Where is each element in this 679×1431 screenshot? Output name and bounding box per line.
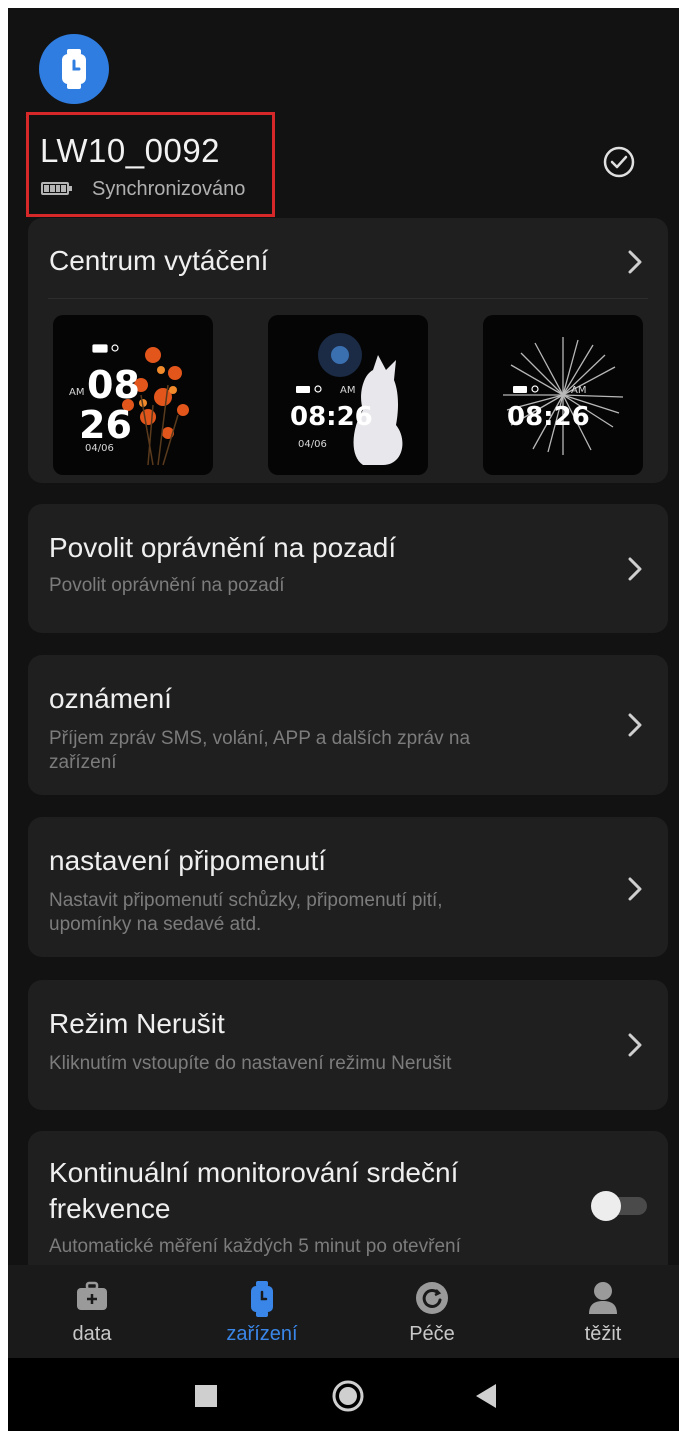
nav-label: data xyxy=(72,1323,112,1345)
chevron-right-icon xyxy=(628,557,642,581)
face2-ampm: AM xyxy=(340,385,356,396)
face2-time: 08:26 xyxy=(290,402,373,432)
chevron-right-icon xyxy=(628,1033,642,1057)
recents-square-icon[interactable] xyxy=(195,1385,217,1407)
system-nav-bar xyxy=(8,1358,679,1431)
setting-subtitle: Příjem zpráv SMS, volání, APP a dalších … xyxy=(49,728,471,773)
nav-label: těžit xyxy=(584,1323,622,1345)
face1-ampm: AM xyxy=(69,387,85,398)
face3-ampm: AM xyxy=(571,385,587,396)
briefcase-icon xyxy=(77,1281,107,1310)
home-circle-icon[interactable] xyxy=(331,1379,365,1413)
face2-date: 04/06 xyxy=(298,439,327,450)
face1-minute: 26 xyxy=(79,403,132,447)
face1-hour: 08 xyxy=(87,363,140,407)
watch-app-icon[interactable] xyxy=(39,34,109,104)
nav-item-care[interactable]: Péče xyxy=(367,1265,497,1358)
setting-reminders[interactable]: nastavení připomenutí Nastavit připomenu… xyxy=(28,817,668,957)
watch-face-cat[interactable]: AM 08:26 04/06 xyxy=(268,315,428,475)
setting-do-not-disturb[interactable]: Režim Nerušit Kliknutím vstoupíte do nas… xyxy=(28,980,668,1110)
setting-subtitle: Kliknutím vstoupíte do nastavení režimu … xyxy=(49,1053,452,1074)
battery-icon xyxy=(41,182,72,195)
setting-title: nastavení připomenutí xyxy=(49,845,327,876)
watch-face-starburst[interactable]: AM 08:26 xyxy=(483,315,643,475)
setting-title: Kontinuální monitorování srdeční frekven… xyxy=(49,1157,459,1224)
nav-item-device[interactable]: zařízení xyxy=(197,1265,327,1358)
heart-rate-toggle[interactable] xyxy=(591,1191,647,1221)
back-triangle-icon[interactable] xyxy=(474,1383,498,1409)
dial-center-title[interactable]: Centrum vytáčení xyxy=(49,245,268,277)
setting-subtitle: Povolit oprávnění na pozadí xyxy=(49,575,285,596)
face3-time: 08:26 xyxy=(507,402,590,432)
watch-face-flowers[interactable]: AM 08 26 04/06 xyxy=(53,315,213,475)
setting-subtitle: Automatické měření každých 5 minut po ot… xyxy=(49,1236,461,1257)
setting-title: Povolit oprávnění na pozadí xyxy=(49,532,397,563)
nav-label-active: zařízení xyxy=(226,1323,298,1345)
face1-date: 04/06 xyxy=(85,443,114,454)
watch-icon xyxy=(62,49,86,89)
chevron-right-icon[interactable] xyxy=(626,247,644,277)
dial-center-card: Centrum vytáčení AM 08 26 04/06 AM 08:26… xyxy=(28,218,668,483)
nav-item-data[interactable]: data xyxy=(27,1265,157,1358)
toggle-knob xyxy=(591,1191,621,1221)
starburst-artwork xyxy=(503,337,624,455)
care-icon xyxy=(416,1282,448,1314)
bottom-nav: data zařízení Péče těžit xyxy=(8,1265,679,1358)
person-icon xyxy=(589,1282,617,1314)
card-divider xyxy=(48,298,648,299)
app-screen: LW10_0092 Synchronizováno Centrum vytáče… xyxy=(8,8,679,1431)
check-circle-icon[interactable] xyxy=(602,145,636,179)
nav-label: Péče xyxy=(409,1323,455,1345)
sync-status: Synchronizováno xyxy=(92,178,246,200)
setting-subtitle: Nastavit připomenutí schůzky, připomenut… xyxy=(49,890,443,935)
setting-notifications[interactable]: oznámení Příjem zpráv SMS, volání, APP a… xyxy=(28,655,668,795)
device-name: LW10_0092 xyxy=(40,132,221,169)
chevron-right-icon xyxy=(628,877,642,901)
setting-title: Režim Nerušit xyxy=(49,1008,225,1039)
chevron-right-icon xyxy=(628,713,642,737)
setting-background-permission[interactable]: Povolit oprávnění na pozadí Povolit oprá… xyxy=(28,504,668,633)
nav-item-profile[interactable]: těžit xyxy=(538,1265,668,1358)
setting-title: oznámení xyxy=(49,683,172,714)
watch-icon xyxy=(251,1281,273,1317)
